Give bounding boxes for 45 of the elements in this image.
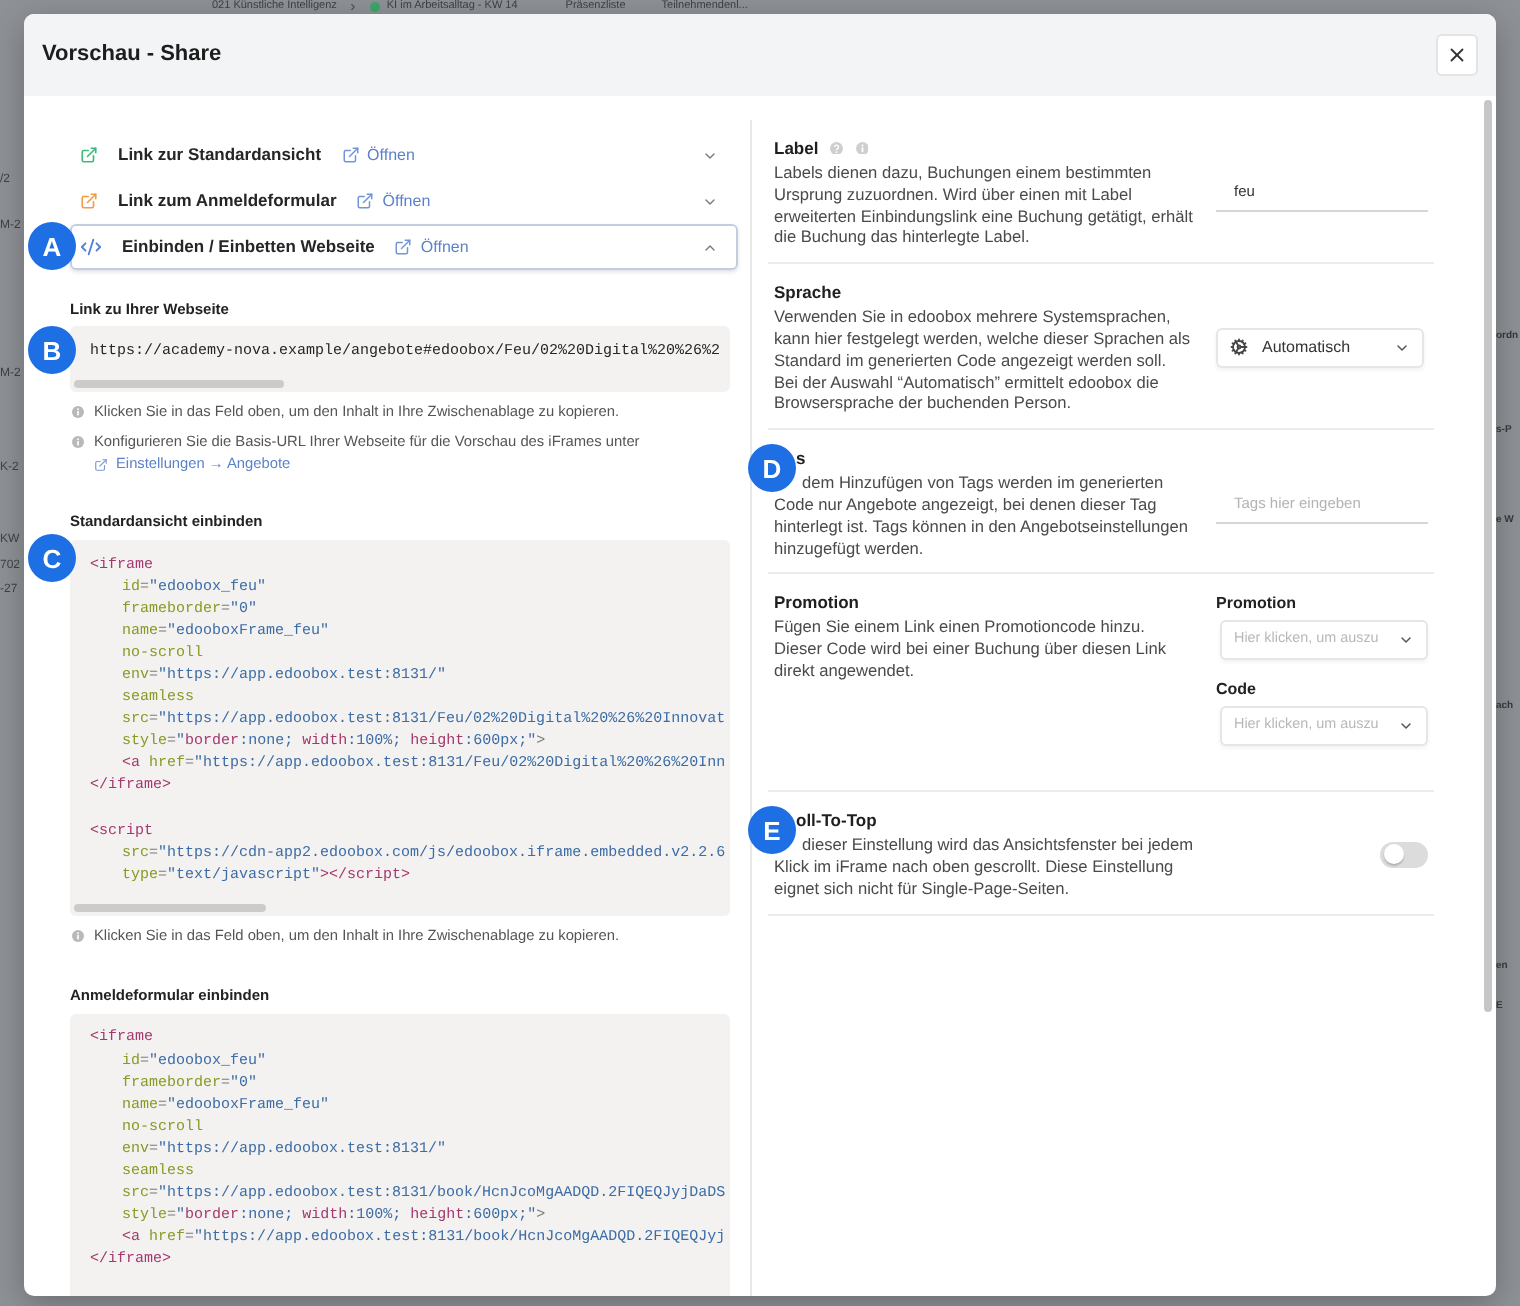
toggle-switch[interactable] bbox=[1380, 841, 1428, 868]
external-link-icon bbox=[341, 146, 360, 164]
chevron-down-icon bbox=[1394, 339, 1410, 356]
setting-title: Promotion bbox=[774, 591, 859, 614]
horizontal-scrollbar[interactable] bbox=[74, 904, 266, 913]
help-icon[interactable] bbox=[830, 141, 844, 155]
setting-description: Verwenden Sie in edoobox mehrere Systemsprachen, kann hier festgelegt werden, welche dieser Sprachen als Standard im generierten Code angezeigt werden soll. Bei der Auswahl “Automatisch” ermittelt edoobox die Browsersprache der buchenden Person. bbox=[774, 306, 1193, 415]
info-icon bbox=[72, 436, 84, 448]
open-link[interactable]: Öffnen bbox=[394, 235, 469, 259]
code-block[interactable] bbox=[70, 1013, 730, 1296]
info-icon bbox=[72, 406, 84, 418]
setting-title: Sprache bbox=[774, 281, 842, 304]
setting-title: oll-To-Top bbox=[796, 809, 877, 832]
dropdown[interactable]: Automatisch bbox=[1216, 327, 1424, 368]
chevron-right-icon bbox=[348, 2, 359, 12]
dialog-title: Vorschau - Share bbox=[42, 40, 222, 71]
external-link-icon bbox=[356, 192, 375, 210]
close-button[interactable] bbox=[1436, 34, 1478, 76]
external-link-icon bbox=[394, 238, 413, 256]
info-icon bbox=[72, 930, 84, 943]
gear-icon bbox=[1230, 338, 1248, 357]
setting-description: Labels dienen dazu, Buchungen einem bestimmten Ursprung zuzuordnen. Wird über einen mit Label erweiterten Einbindungslink eine Buchung getätigt, erhält die Buchung das hinterlegte Label. bbox=[774, 162, 1194, 249]
field-label: Promotion bbox=[1216, 591, 1296, 614]
open-link[interactable]: Öffnen bbox=[356, 189, 431, 213]
chevron-down-icon bbox=[1398, 631, 1414, 648]
horizontal-scrollbar[interactable] bbox=[74, 380, 284, 388]
callout-marker: A bbox=[28, 222, 76, 270]
setting-title: Label bbox=[774, 137, 819, 159]
callout-marker: E bbox=[748, 806, 796, 855]
callout-marker: D bbox=[748, 444, 796, 493]
setting-description: Fügen Sie einem Link einen Promotioncode hinzu. Dieser Code wird bei einer Buchung über diesen Link direkt angewendet. bbox=[774, 616, 1169, 682]
external-link-icon bbox=[94, 457, 108, 471]
callout-marker: B bbox=[28, 326, 76, 374]
setting-title: s bbox=[796, 447, 806, 470]
vertical-scrollbar[interactable] bbox=[1484, 100, 1492, 1012]
accordion-header[interactable]: Link zur Standardansicht Öffnen bbox=[70, 132, 738, 178]
callout-marker: C bbox=[28, 534, 76, 582]
open-link[interactable]: Öffnen bbox=[341, 143, 415, 167]
accordion-header[interactable]: Link zum Anmeldeformular Öffnen bbox=[70, 178, 738, 224]
info-icon bbox=[855, 141, 869, 155]
field-label: Code bbox=[1216, 677, 1256, 700]
accordion-header[interactable]: Einbinden / Einbetten Webseite Öffnen bbox=[70, 224, 738, 270]
code-block[interactable] bbox=[70, 540, 730, 917]
chevron-down-icon bbox=[1398, 717, 1414, 734]
close-icon bbox=[1446, 44, 1468, 66]
